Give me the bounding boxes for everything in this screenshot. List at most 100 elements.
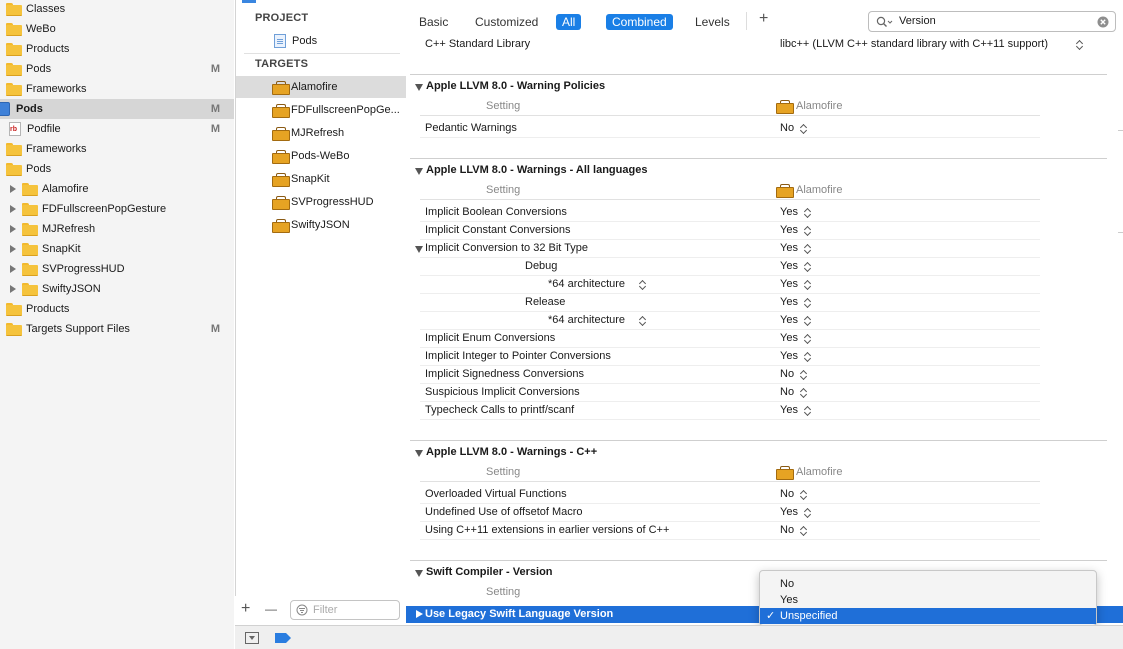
hide-debug-area-icon[interactable] [245,632,259,644]
setting-value[interactable]: Yes [780,506,798,518]
setting-value[interactable]: Yes [780,278,798,290]
disclosure-triangle-icon[interactable] [416,610,423,618]
disclosure-triangle-icon[interactable] [415,450,423,457]
setting-value[interactable]: No [780,524,794,536]
disclosure-triangle-icon[interactable] [415,84,423,91]
navigator-item[interactable]: SnapKit [0,239,234,259]
stepper-icon[interactable] [804,508,811,517]
target-item[interactable]: MJRefresh [236,122,406,144]
row-divider [420,115,1040,116]
setting-label: Debug [525,260,558,272]
ruby-file-icon: rb [9,122,21,136]
navigator-item[interactable]: Alamofire [0,179,234,199]
stepper-icon[interactable] [804,352,811,361]
tab-levels[interactable]: Levels [689,14,736,30]
stepper-icon[interactable] [800,388,807,397]
stepper-icon[interactable] [639,316,646,325]
setting-label: Implicit Signedness Conversions [425,368,584,380]
disclosure-triangle-icon[interactable] [8,284,18,294]
stepper-icon[interactable] [800,490,807,499]
target-item[interactable]: SwiftyJSON [236,214,406,236]
popup-option-yes[interactable]: Yes [760,592,1096,608]
stepper-icon[interactable] [639,280,646,289]
stepper-icon[interactable] [1076,40,1083,49]
breakpoints-icon[interactable] [275,633,291,643]
tab-all[interactable]: All [556,14,582,30]
navigator-item[interactable]: Pods M [0,59,234,79]
setting-value[interactable]: No [780,488,794,500]
stepper-icon[interactable] [804,226,811,235]
setting-value[interactable]: No [780,122,794,134]
navigator-item[interactable]: WeBo [0,19,234,39]
navigator-item[interactable]: MJRefresh [0,219,234,239]
popup-option-label: Unspecified [780,610,838,622]
add-setting-button[interactable]: + [753,11,774,27]
setting-value[interactable]: No [780,386,794,398]
stepper-icon[interactable] [804,298,811,307]
setting-value[interactable]: libc++ (LLVM C++ standard library with C… [780,38,1048,50]
setting-value[interactable]: Yes [780,224,798,236]
stepper-icon[interactable] [804,334,811,343]
target-toolbox-icon [272,127,290,141]
navigator-item[interactable]: Products [0,39,234,59]
tab-combined[interactable]: Combined [606,14,673,30]
setting-value[interactable]: Yes [780,404,798,416]
target-item[interactable]: Pods-WeBo [236,145,406,167]
setting-value[interactable]: Yes [780,350,798,362]
stepper-icon[interactable] [800,370,807,379]
navigator-item-label: WeBo [26,23,56,35]
tab-customized[interactable]: Customized [469,14,544,30]
navigator-item[interactable]: rb Podfile M [0,119,234,139]
disclosure-triangle-icon[interactable] [415,246,423,253]
target-item[interactable]: SnapKit [236,168,406,190]
filter-input[interactable]: Filter [290,600,400,620]
popup-option-unspecified[interactable]: ✓ Unspecified [760,608,1096,624]
target-item[interactable]: Alamofire [236,76,406,98]
search-input[interactable]: Version [868,11,1116,32]
navigator-item[interactable]: SwiftyJSON [0,279,234,299]
navigator-item[interactable]: Pods M [0,99,234,119]
stepper-icon[interactable] [804,316,811,325]
disclosure-triangle-icon[interactable] [415,168,423,175]
project-item-pods[interactable]: Pods [236,30,406,52]
disclosure-triangle-icon[interactable] [415,570,423,577]
stepper-icon[interactable] [800,124,807,133]
setting-value[interactable]: Yes [780,296,798,308]
disclosure-triangle-icon[interactable] [8,224,18,234]
setting-label: Implicit Integer to Pointer Conversions [425,350,611,362]
stepper-icon[interactable] [804,280,811,289]
project-file-icon [274,34,286,48]
setting-value[interactable]: Yes [780,260,798,272]
navigator-item[interactable]: Frameworks [0,79,234,99]
target-item[interactable]: SVProgressHUD [236,191,406,213]
stepper-icon[interactable] [800,526,807,535]
setting-value[interactable]: Yes [780,332,798,344]
setting-value[interactable]: No [780,368,794,380]
navigator-item-label: Pods [26,63,52,75]
navigator-item[interactable]: SVProgressHUD [0,259,234,279]
disclosure-triangle-icon[interactable] [8,264,18,274]
stepper-icon[interactable] [804,262,811,271]
add-target-button[interactable]: + [241,600,250,618]
stepper-icon[interactable] [804,208,811,217]
popup-option-no[interactable]: No [760,576,1096,592]
navigator-item[interactable]: FDFullscreenPopGesture [0,199,234,219]
remove-target-button[interactable]: — [265,602,277,616]
tab-basic[interactable]: Basic [413,14,454,30]
clear-search-icon[interactable] [1097,16,1109,28]
navigator-item[interactable]: Classes [0,0,234,19]
setting-value[interactable]: Yes [780,242,798,254]
row-divider [420,347,1040,348]
setting-value[interactable]: Yes [780,314,798,326]
setting-value[interactable]: Yes [780,206,798,218]
disclosure-triangle-icon[interactable] [8,184,18,194]
navigator-item[interactable]: Pods [0,159,234,179]
target-item[interactable]: FDFullscreenPopGe... [236,99,406,121]
disclosure-triangle-icon[interactable] [8,204,18,214]
disclosure-triangle-icon[interactable] [8,244,18,254]
navigator-item[interactable]: Products [0,299,234,319]
navigator-item[interactable]: Targets Support Files M [0,319,234,339]
stepper-icon[interactable] [804,406,811,415]
stepper-icon[interactable] [804,244,811,253]
navigator-item[interactable]: Frameworks [0,139,234,159]
